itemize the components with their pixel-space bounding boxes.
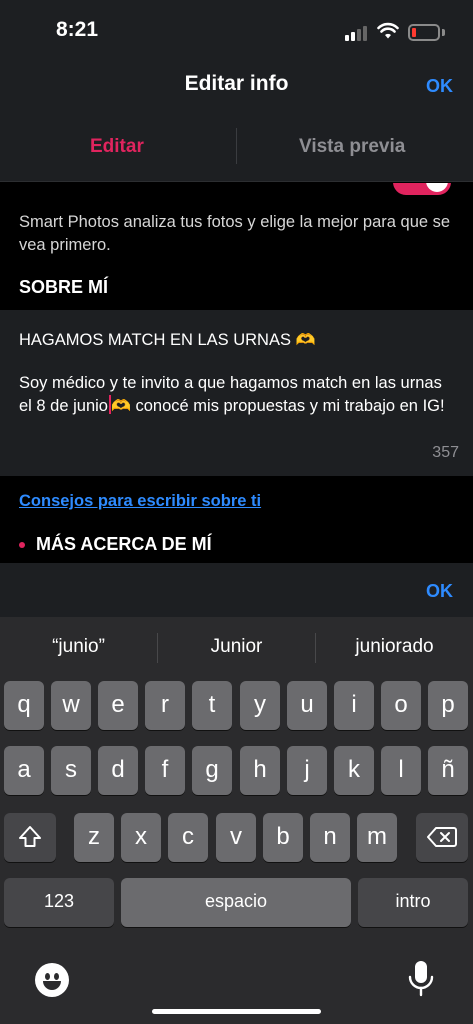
bio-body: Soy médico y te invito a que hagamos mat… [19,372,459,418]
key-h[interactable]: h [240,746,280,795]
home-indicator[interactable] [152,1009,321,1014]
keyboard-accessory-bar: OK [0,563,473,617]
tab-edit[interactable]: Editar [90,136,144,158]
key-m[interactable]: m [357,813,397,862]
shift-icon [19,826,41,847]
key-n[interactable]: n [310,813,350,862]
more-about-me-title: MÁS ACERCA DE MÍ [36,534,212,554]
bio-first-line: HAGAMOS MATCH EN LAS URNAS 🫶 [19,330,316,350]
backspace-key[interactable] [416,813,468,862]
tab-divider [236,128,237,164]
key-p[interactable]: p [428,681,468,730]
status-bar: 8:21 [0,0,473,64]
key-z[interactable]: z [74,813,114,862]
key-a[interactable]: a [4,746,44,795]
key-r[interactable]: r [145,681,185,730]
key-t[interactable]: t [192,681,232,730]
done-button[interactable]: OK [426,581,453,602]
wifi-icon [377,22,399,39]
about-section-title: SOBRE MÍ [19,277,109,297]
signal-icon [345,25,371,41]
suggestion-3[interactable]: juniorado [316,636,473,658]
character-count: 357 [432,444,459,461]
tab-bar: Editar Vista previa [0,118,473,182]
key-u[interactable]: u [287,681,327,730]
battery-icon [408,24,440,41]
ok-button[interactable]: OK [426,76,453,97]
keyboard: “junio” Junior juniorado q w e r t y u i… [0,617,473,1024]
emoji-icon[interactable] [35,963,69,997]
key-e[interactable]: e [98,681,138,730]
bio-body-text-2: conocé mis propuestas y mi trabajo en IG… [130,397,445,415]
suggestion-bar: “junio” Junior juniorado [0,617,473,679]
key-y[interactable]: y [240,681,280,730]
key-w[interactable]: w [51,681,91,730]
key-c[interactable]: c [168,813,208,862]
bio-first-line-text: HAGAMOS MATCH EN LAS URNAS [19,331,291,349]
key-q[interactable]: q [4,681,44,730]
key-enye[interactable]: ñ [428,746,468,795]
key-s[interactable]: s [51,746,91,795]
key-o[interactable]: o [381,681,421,730]
heart-hands-emoji: 🫶 [111,398,131,415]
keyboard-bottom-bar [0,949,473,1024]
heart-hands-emoji: 🫶 [295,332,316,349]
key-k[interactable]: k [334,746,374,795]
key-i[interactable]: i [334,681,374,730]
key-f[interactable]: f [145,746,185,795]
edit-content[interactable]: Smart Photos analiza tus fotos y elige l… [0,183,473,563]
backspace-icon [427,827,457,847]
tab-preview[interactable]: Vista previa [299,136,405,158]
return-key[interactable]: intro [358,878,468,927]
suggestion-2[interactable]: Junior [158,636,315,658]
writing-tips-link[interactable]: Consejos para escribir sobre ti [19,492,261,511]
numbers-key[interactable]: 123 [4,878,114,927]
key-b[interactable]: b [263,813,303,862]
smart-photos-toggle[interactable] [393,183,451,195]
key-d[interactable]: d [98,746,138,795]
shift-key[interactable] [4,813,56,862]
key-g[interactable]: g [192,746,232,795]
microphone-icon[interactable] [408,960,434,998]
nav-bar: Editar info OK [0,64,473,118]
page-title: Editar info [184,72,289,95]
smart-photos-description: Smart Photos analiza tus fotos y elige l… [19,213,451,254]
battery-tip [442,29,445,36]
required-dot [19,542,25,548]
key-v[interactable]: v [216,813,256,862]
key-x[interactable]: x [121,813,161,862]
key-j[interactable]: j [287,746,327,795]
status-time: 8:21 [56,18,99,41]
suggestion-1[interactable]: “junio” [0,636,157,658]
space-key[interactable]: espacio [121,878,351,927]
key-l[interactable]: l [381,746,421,795]
bio-textarea[interactable]: HAGAMOS MATCH EN LAS URNAS 🫶 Soy médico … [0,310,473,476]
toggle-knob [426,183,448,192]
